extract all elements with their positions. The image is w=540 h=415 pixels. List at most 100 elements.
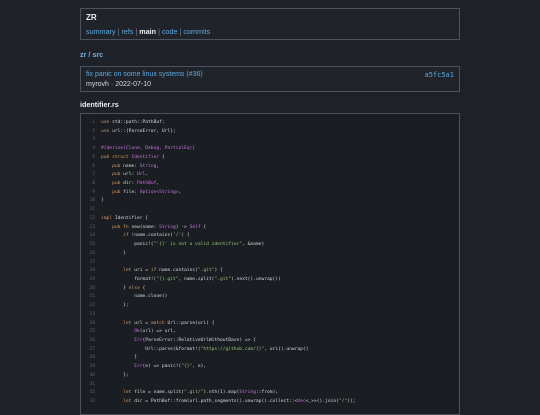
code-line: 13 pub fn new(name: String) -> Self { [81, 224, 356, 233]
line-number[interactable]: 20 [81, 285, 95, 294]
code-token: }; [101, 303, 129, 309]
code-token: } [101, 355, 137, 361]
code-token: impl [101, 215, 115, 221]
code-token: pub [112, 163, 124, 169]
code-token: Err [134, 337, 143, 343]
commit-hash-link[interactable]: a5fc5a1 [424, 71, 454, 79]
code-token: { [142, 285, 146, 291]
code-line: 14 if !name.contains('/') { [81, 232, 356, 241]
repo-nav: summary | refs | main | code | commits [86, 27, 210, 36]
line-number[interactable]: 10 [81, 197, 95, 206]
code-line: 26 Err(ParseError::RelativeUrlWithoutBas… [81, 337, 356, 346]
line-number[interactable]: 7 [81, 171, 95, 180]
line-number[interactable]: 30 [81, 372, 95, 381]
line-number[interactable]: 15 [81, 241, 95, 250]
code-line: 2 use url::{ParseError, Url}; [81, 128, 356, 137]
line-number[interactable]: 8 [81, 180, 95, 189]
line-number[interactable]: 23 [81, 311, 95, 320]
nav-link-summary[interactable]: summary [86, 27, 116, 36]
code-token: Self [189, 224, 201, 230]
line-number[interactable]: 24 [81, 320, 95, 329]
code-token: )); [347, 399, 356, 404]
code-lines: 1 use std::path::PathBuf; 2 use url::{Parse… [81, 119, 356, 407]
line-number[interactable]: 16 [81, 250, 95, 259]
code-token: dir = PathBuf::from(url.path_segments().… [134, 399, 298, 404]
line-number[interactable]: 18 [81, 267, 95, 276]
code-token: panic!( [101, 242, 154, 248]
code-token: { [200, 224, 207, 230]
code-line: 6 pub name: String, [81, 163, 356, 172]
code-token: , &name) [242, 242, 265, 248]
code-token: <_>>().join( [305, 399, 339, 404]
line-number[interactable]: 32 [81, 389, 95, 398]
commit-message-link[interactable]: fix panic on some linux systems (#36) [86, 71, 203, 78]
line-number[interactable]: 25 [81, 328, 95, 337]
line-number[interactable]: 9 [81, 189, 95, 198]
code-line: 23 [81, 311, 356, 320]
line-number[interactable]: 2 [81, 128, 95, 137]
code-token: #[derive(Clone, Debug, PartialEq)] [101, 146, 196, 152]
line-number[interactable]: 26 [81, 337, 95, 346]
code-token: uri = [134, 268, 151, 274]
nav-link-main[interactable]: main [139, 27, 156, 36]
code-token: Url::parse(&format!( [101, 346, 201, 352]
code-token: (url) => url, [139, 329, 176, 335]
line-number[interactable]: 17 [81, 259, 95, 268]
code-line: 12 impl Identifier { [81, 215, 356, 224]
code-line: 18 let uri = if name.contains(".git") { [81, 267, 356, 276]
line-number[interactable]: 3 [81, 136, 95, 145]
code-token: ) { [181, 233, 190, 239]
code-token: pub [112, 189, 124, 195]
nav-link-refs[interactable]: refs [121, 27, 133, 36]
code-token: format!( [101, 276, 157, 282]
code-token: , e), [192, 364, 207, 370]
code-token: "{}.git" [156, 276, 179, 282]
code-token: Option<String> [139, 189, 179, 195]
code-token: ) -> [175, 224, 190, 230]
code-token: std::path::PathBuf; [112, 120, 165, 125]
nav-link-commits[interactable]: commits [183, 27, 210, 36]
line-number[interactable]: 13 [81, 224, 95, 233]
code-line: 16 } [81, 250, 356, 259]
line-number[interactable]: 27 [81, 346, 95, 355]
line-number[interactable]: 5 [81, 154, 95, 163]
line-number[interactable]: 11 [81, 206, 95, 215]
latest-commit: fix panic on some linux systems (#36) my… [80, 66, 460, 92]
breadcrumb[interactable]: zr / src [80, 50, 103, 59]
code-token: Url::parse(uri) { [167, 320, 215, 326]
code-token: let [123, 268, 135, 274]
code-line: 15 panic!("'{}' is not a valid identifie… [81, 241, 356, 250]
line-number[interactable]: 28 [81, 354, 95, 363]
line-number[interactable]: 33 [81, 398, 95, 407]
code-line: 20 } else { [81, 285, 356, 294]
code-token: match [150, 320, 168, 326]
repo-name: ZR [86, 13, 97, 22]
line-number[interactable]: 21 [81, 293, 95, 302]
code-line: 10} [81, 197, 356, 206]
line-number[interactable]: 14 [81, 232, 95, 241]
line-number[interactable]: 31 [81, 381, 95, 390]
line-number[interactable]: 4 [81, 145, 95, 154]
line-number[interactable]: 19 [81, 276, 95, 285]
line-number[interactable]: 6 [81, 163, 95, 172]
code-token: String [239, 390, 256, 396]
code-token: PathBuf [137, 181, 157, 187]
code-token: } [101, 198, 104, 204]
code-line: 30 }; [81, 372, 356, 381]
line-number[interactable]: 12 [81, 215, 95, 224]
code-token: ".git" [197, 268, 215, 274]
line-number[interactable]: 22 [81, 302, 95, 311]
code-line: 28 } [81, 354, 356, 363]
code-token: if [150, 268, 160, 274]
commit-author: myrovh [86, 81, 109, 88]
line-number[interactable]: 1 [81, 119, 95, 128]
code-line: 7 pub url: Url, [81, 171, 356, 180]
line-number[interactable]: 29 [81, 363, 95, 372]
nav-link-code[interactable]: code [162, 27, 178, 36]
